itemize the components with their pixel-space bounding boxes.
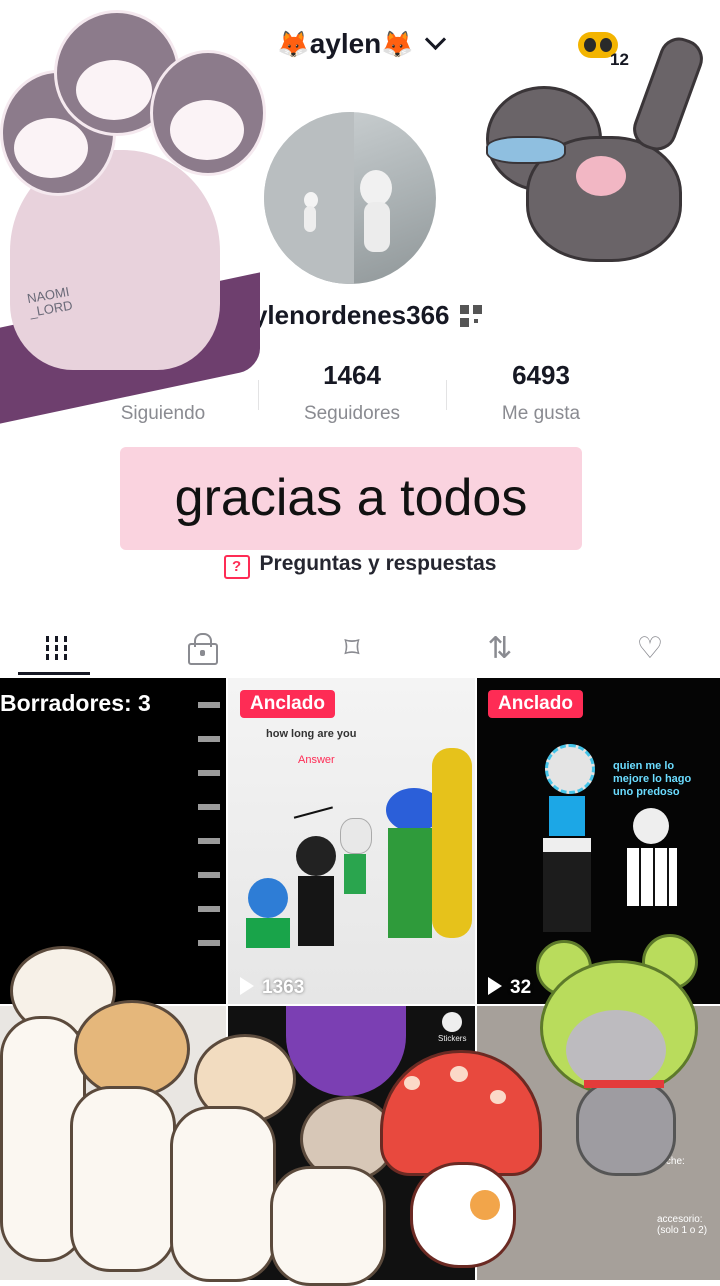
cat-pink-patch (576, 156, 626, 196)
mushroom-spot (490, 1090, 506, 1104)
tab-active-indicator (18, 672, 90, 675)
profile-bio: gracias a todos (120, 447, 582, 550)
profile-avatar[interactable] (264, 112, 436, 284)
bookmark-icon: ⌑ (344, 631, 360, 665)
tab-favorites[interactable]: ⌑ (280, 620, 424, 676)
video-views: 32 (488, 975, 531, 999)
character-blue (248, 878, 288, 918)
fox-emoji-icon: 🦊 (381, 29, 414, 59)
repost-icon: ⇅ (487, 631, 513, 665)
avatar-figure-body (364, 202, 390, 252)
character-small-head (633, 808, 669, 844)
character-legs (543, 838, 591, 932)
tab-liked[interactable]: ♡ (578, 620, 720, 676)
stat-label: Seguidores (303, 403, 401, 424)
stat-likes[interactable]: 6493 Me gusta (446, 360, 636, 425)
kittens-sticker (0, 936, 400, 1286)
husky-muzzle (14, 118, 88, 178)
kitten-patch (470, 1190, 500, 1220)
character-yellow (432, 748, 472, 938)
kitten-head (74, 1000, 190, 1098)
character-white (340, 818, 372, 854)
cat-sticker (466, 31, 716, 286)
stat-followers[interactable]: 1464 Seguidores (257, 360, 447, 425)
stickers-label: Stickers (438, 1034, 467, 1043)
kitten-body (70, 1086, 176, 1272)
character-head (545, 744, 595, 794)
tab-videos[interactable] (0, 620, 128, 676)
stat-label: Siguiendo (120, 403, 206, 424)
profile-handle: aylenordenes366 (238, 300, 450, 330)
stat-label: Me gusta (501, 403, 581, 424)
fish-icon (486, 136, 566, 164)
character-small-body (627, 848, 677, 906)
pinned-badge: Anclado (488, 690, 583, 718)
qa-link-label: Preguntas y respuestas (259, 552, 497, 575)
kitten-face (566, 1010, 666, 1090)
stat-value: 1464 (323, 360, 381, 390)
husky-sticker: NAOMI _LORD (0, 0, 270, 424)
drafts-label: Borradores: 3 (0, 690, 151, 716)
sticker-icon (442, 1012, 462, 1032)
pinned-badge: Anclado (240, 690, 335, 718)
kitten-body (170, 1106, 276, 1282)
cat-tail (627, 31, 709, 157)
frog-kitten-sticker (536, 930, 716, 1180)
avatar-small-figure-body (304, 206, 316, 232)
mushroom-spot (404, 1076, 420, 1090)
chevron-down-icon (424, 28, 446, 51)
character-dark (296, 836, 336, 876)
kitten-collar (584, 1080, 664, 1088)
tab-private[interactable] (131, 620, 275, 676)
kitten-face (410, 1162, 516, 1268)
lock-icon (188, 633, 218, 665)
qr-code-icon[interactable] (459, 305, 482, 327)
mushroom-spot (450, 1066, 468, 1082)
heart-hidden-icon: ♡ (636, 631, 664, 665)
drafts-toolbar-strip (198, 688, 220, 958)
views-count: 32 (510, 977, 532, 998)
video-text-accessory: accesorio: (solo 1 o 2) (657, 1214, 708, 1236)
character-green-body (344, 854, 366, 894)
husky-muzzle (76, 60, 152, 120)
mushroom-kitten-sticker (380, 1050, 542, 1280)
character-heart-body (549, 796, 585, 836)
fox-emoji-icon: 🦊 (277, 29, 310, 59)
video-caption: quien me lo mejore lo hago uno predoso (613, 760, 692, 798)
character-bird-body (388, 828, 432, 938)
video-answer-tag: Answer (298, 754, 335, 766)
avatar-figure-head (360, 170, 392, 206)
play-icon (488, 977, 502, 995)
grid-icon (45, 636, 67, 660)
video-caption: how long are you (266, 728, 357, 740)
kitten-body (270, 1166, 386, 1286)
qa-link[interactable]: ? Preguntas y respuestas (0, 552, 720, 579)
stat-value: 6493 (512, 360, 570, 390)
husky-muzzle (170, 100, 244, 160)
signature-scribble (287, 781, 333, 819)
question-icon: ? (223, 555, 250, 579)
tab-reposts[interactable]: ⇅ (428, 620, 572, 676)
kitten-body (576, 1080, 676, 1176)
username-text: aylen (309, 28, 382, 59)
